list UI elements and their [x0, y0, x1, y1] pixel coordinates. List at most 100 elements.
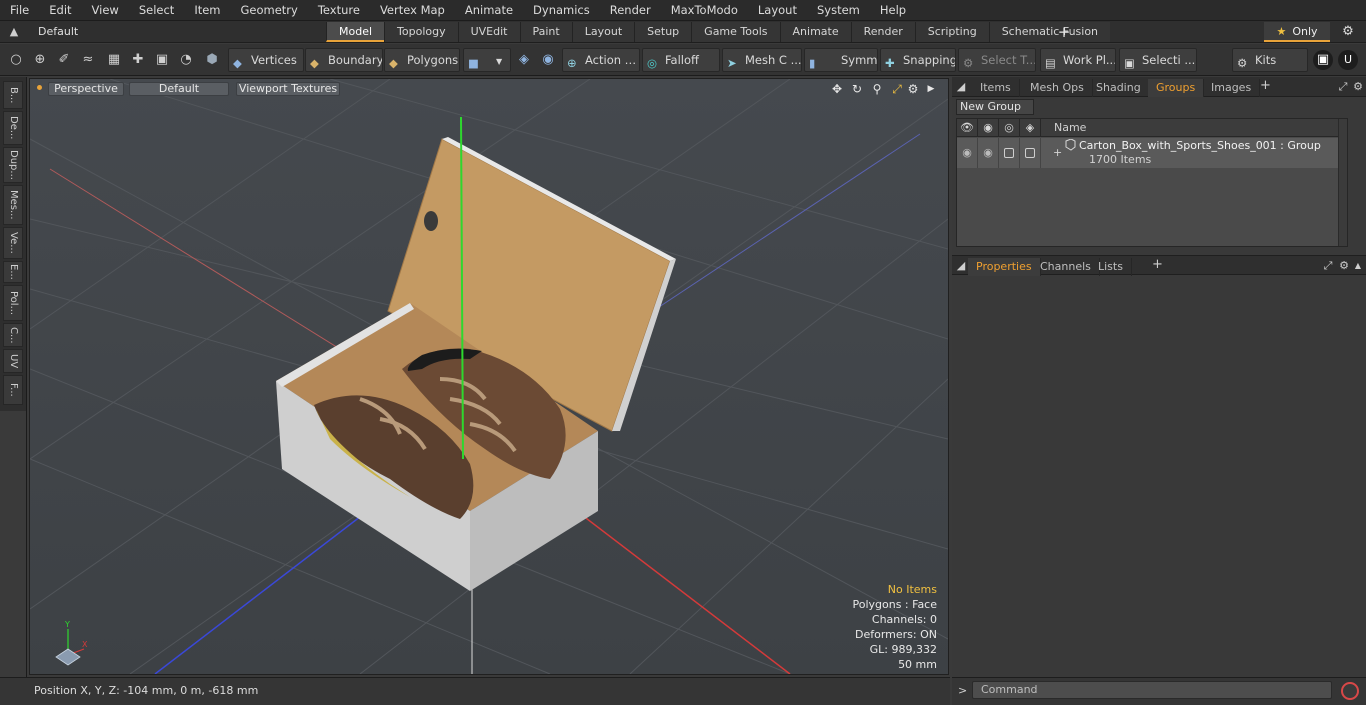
- tab-scripting[interactable]: Scripting: [914, 22, 989, 42]
- menu-geometry[interactable]: Geometry: [231, 0, 308, 21]
- visibility-column-icon[interactable]: 👁: [957, 119, 978, 137]
- layout-collapse-icon[interactable]: ▲: [6, 24, 22, 40]
- select-column-icon[interactable]: ◈: [1020, 119, 1041, 137]
- selection-sets-button[interactable]: ▣ Selecti ...: [1119, 48, 1197, 72]
- add-tab-icon[interactable]: +: [1056, 22, 1072, 42]
- menu-edit[interactable]: Edit: [39, 0, 81, 21]
- menu-item[interactable]: Item: [184, 0, 230, 21]
- zoom-view-icon[interactable]: ⚲: [870, 82, 884, 96]
- layout-select[interactable]: Default Layouts▼: [30, 22, 130, 58]
- left-tab-uv[interactable]: UV: [3, 349, 23, 373]
- globe-icon[interactable]: ⊕: [30, 50, 50, 70]
- unreal-icon[interactable]: U: [1338, 50, 1358, 70]
- lock-checkbox[interactable]: [999, 138, 1020, 168]
- left-tab-mesh-edit[interactable]: Mes...: [3, 185, 23, 225]
- panel-menu-icon[interactable]: ◢: [954, 80, 968, 94]
- perspective-button[interactable]: Perspective: [48, 82, 124, 96]
- left-tab-duplicate[interactable]: Dup...: [3, 147, 23, 183]
- app-cube-icon[interactable]: ▣: [1313, 50, 1333, 70]
- new-group-button[interactable]: New Group: [956, 99, 1034, 115]
- left-tab-basic[interactable]: B...: [3, 81, 23, 109]
- render-toggle-icon[interactable]: ◉: [978, 138, 999, 168]
- lock-column-icon[interactable]: ◎: [999, 119, 1020, 137]
- left-tab-curve[interactable]: C...: [3, 323, 23, 347]
- symmetry-button[interactable]: ▮ Symm ...: [804, 48, 878, 72]
- group-row[interactable]: ◉ ◉ + Carton_Box_with_Sports_Shoes_001 :…: [957, 138, 1347, 168]
- menu-file[interactable]: File: [0, 0, 39, 21]
- pen-icon[interactable]: ✐: [54, 50, 74, 70]
- tab-properties[interactable]: Properties: [968, 258, 1041, 276]
- menu-select[interactable]: Select: [129, 0, 184, 21]
- only-button[interactable]: ★ Only: [1264, 22, 1330, 42]
- record-macro-icon[interactable]: [1341, 682, 1359, 700]
- tab-animate[interactable]: Animate: [779, 22, 851, 42]
- tab-shading[interactable]: Shading: [1088, 79, 1150, 97]
- cube-icon[interactable]: ⬢: [202, 50, 222, 70]
- boundary-button[interactable]: ◆ Boundary: [305, 48, 383, 72]
- tab-model[interactable]: Model: [326, 22, 385, 42]
- menu-vertex-map[interactable]: Vertex Map: [370, 0, 455, 21]
- menu-system[interactable]: System: [807, 0, 870, 21]
- kits-button[interactable]: ⚙ Kits: [1232, 48, 1308, 72]
- add-panel-tab-icon[interactable]: +: [1260, 78, 1271, 93]
- tab-paint[interactable]: Paint: [519, 22, 572, 42]
- material-dropdown[interactable]: ■ ▼: [463, 48, 511, 72]
- shield-gear-icon[interactable]: ◉: [538, 50, 558, 70]
- left-tab-edge[interactable]: E...: [3, 261, 23, 283]
- properties-gear-icon[interactable]: ⚙: [1337, 259, 1351, 273]
- properties-collapse-icon[interactable]: ▲: [1351, 259, 1365, 273]
- name-column-header[interactable]: Name: [1054, 119, 1086, 137]
- viewport-menu-dot[interactable]: [37, 85, 42, 90]
- maximize-view-icon[interactable]: ⤢: [890, 82, 904, 96]
- clock-icon[interactable]: ◔: [176, 50, 196, 70]
- action-button[interactable]: ⊕ Action …: [562, 48, 640, 72]
- tab-groups[interactable]: Groups: [1148, 79, 1205, 97]
- 3d-viewport[interactable]: Perspective Default Viewport Textures ✥ …: [29, 78, 949, 675]
- tab-layout[interactable]: Layout: [571, 22, 635, 42]
- menu-layout[interactable]: Layout: [748, 0, 807, 21]
- menu-dynamics[interactable]: Dynamics: [523, 0, 600, 21]
- shading-default-button[interactable]: Default: [129, 82, 229, 96]
- add-properties-tab-icon[interactable]: +: [1152, 257, 1163, 272]
- render-column-icon[interactable]: ◉: [978, 119, 999, 137]
- menu-texture[interactable]: Texture: [308, 0, 370, 21]
- tab-items[interactable]: Items: [972, 79, 1020, 97]
- square-target-icon[interactable]: ▣: [152, 50, 172, 70]
- select-through-button[interactable]: ⚙ Select T...: [958, 48, 1036, 72]
- vertices-button[interactable]: ◆ Vertices: [228, 48, 304, 72]
- viewport-textures-button[interactable]: Viewport Textures: [236, 82, 340, 96]
- visibility-toggle-icon[interactable]: ◉: [957, 138, 978, 168]
- properties-menu-icon[interactable]: ◢: [954, 259, 968, 273]
- expand-panel-icon[interactable]: ⤢: [1336, 80, 1350, 94]
- tab-setup[interactable]: Setup: [634, 22, 692, 42]
- menu-view[interactable]: View: [82, 0, 129, 21]
- expand-plus-icon[interactable]: +: [1053, 146, 1062, 159]
- snapping-button[interactable]: ✚ Snapping: [880, 48, 956, 72]
- tab-topology[interactable]: Topology: [384, 22, 458, 42]
- left-tab-vertex[interactable]: Ve...: [3, 227, 23, 259]
- circle-select-icon[interactable]: ○: [6, 50, 26, 70]
- tab-lists[interactable]: Lists: [1090, 258, 1132, 276]
- crosshair-icon[interactable]: ✚: [128, 50, 148, 70]
- tab-game-tools[interactable]: Game Tools: [691, 22, 780, 42]
- groups-scrollbar[interactable]: [1338, 119, 1347, 246]
- properties-expand-icon[interactable]: ⤢: [1321, 259, 1335, 273]
- menu-maxtomodo[interactable]: MaxToModo: [661, 0, 748, 21]
- polygons-button[interactable]: ◆ Polygons: [384, 48, 460, 72]
- left-tab-deform[interactable]: De...: [3, 111, 23, 145]
- work-plane-button[interactable]: ▤ Work Pl...: [1040, 48, 1116, 72]
- mesh-constraint-button[interactable]: ➤ Mesh C ...: [722, 48, 802, 72]
- menu-animate[interactable]: Animate: [455, 0, 523, 21]
- menu-help[interactable]: Help: [870, 0, 916, 21]
- viewport-gear-icon[interactable]: ⚙: [906, 82, 920, 96]
- tab-images[interactable]: Images: [1203, 79, 1261, 97]
- tab-render[interactable]: Render: [850, 22, 915, 42]
- select-checkbox[interactable]: [1020, 138, 1041, 168]
- viewport-expand-icon[interactable]: ▶: [924, 82, 938, 96]
- tab-schematic-fusion[interactable]: Schematic Fusion: [988, 22, 1111, 42]
- rect-icon[interactable]: ▦: [104, 50, 124, 70]
- tab-mesh-ops[interactable]: Mesh Ops: [1022, 79, 1093, 97]
- left-tab-polygon[interactable]: Pol...: [3, 285, 23, 321]
- gear-icon[interactable]: ⚙: [1340, 24, 1356, 40]
- command-input[interactable]: Command: [972, 681, 1332, 699]
